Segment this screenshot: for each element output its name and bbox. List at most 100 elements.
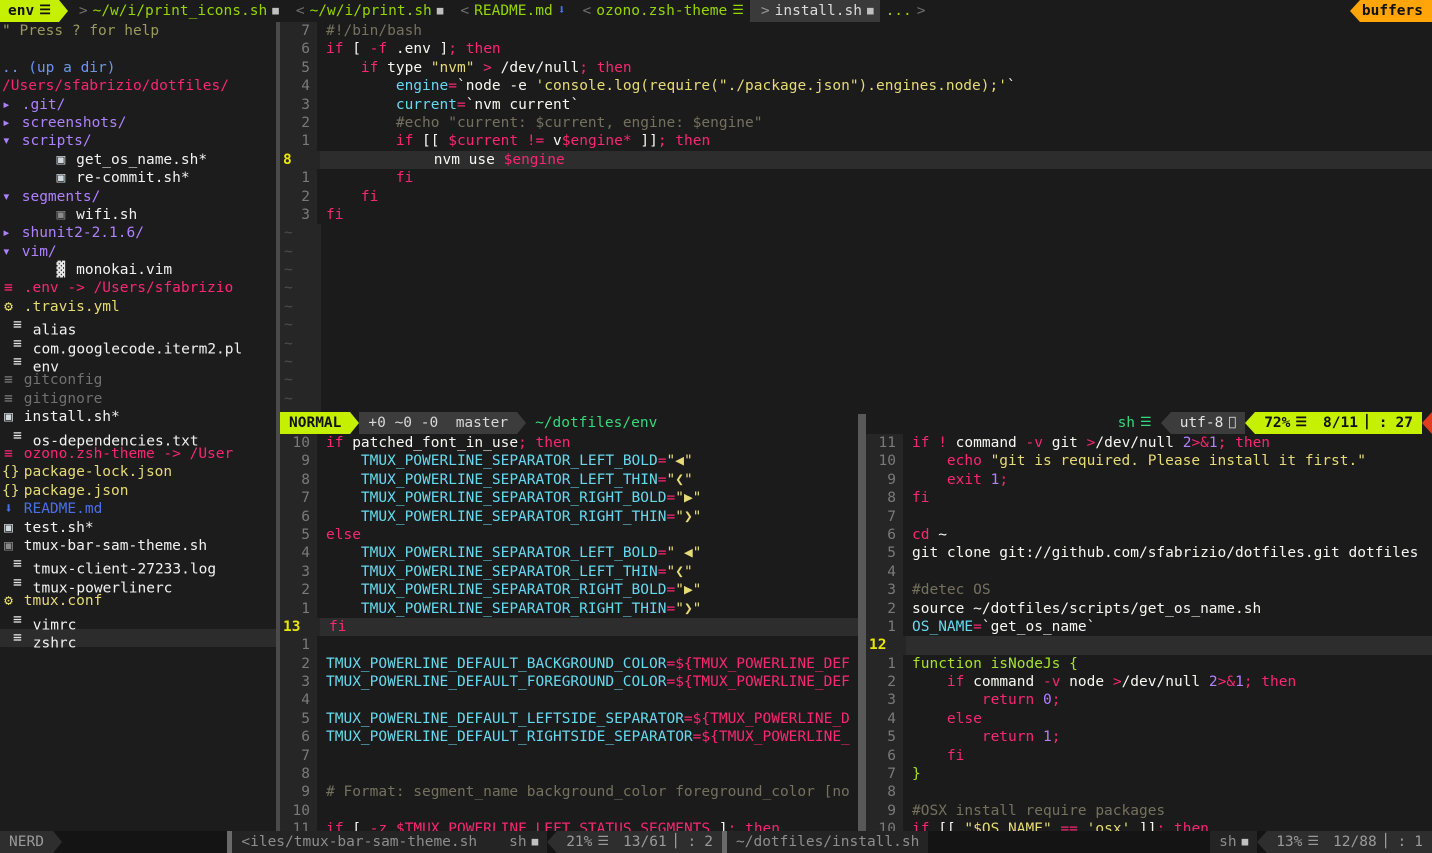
nerdtree-item[interactable]: ≡ tmux-powerlinerc xyxy=(0,574,276,596)
code-line[interactable]: 3 TMUX_POWERLINE_DEFAULT_FOREGROUND_COLOR… xyxy=(280,673,858,692)
nerdtree-item[interactable]: ≡ zshrc xyxy=(0,628,276,651)
code-line[interactable]: 1 TMUX_POWERLINE_SEPARATOR_RIGHT_THIN="❯… xyxy=(280,599,858,618)
code-line[interactable]: 2 #echo "current: $current, engine: $eng… xyxy=(280,113,1432,133)
code-line[interactable]: 7 xyxy=(280,746,858,766)
nerdtree-item[interactable]: ▾ scripts/ xyxy=(0,132,276,150)
nerdtree-item[interactable]: ≡ tmux-client-27233.log xyxy=(0,555,276,577)
code-line[interactable]: 1 function isNodeJs { xyxy=(866,654,1432,674)
code-line[interactable]: 3 return 0; xyxy=(866,691,1432,710)
code-line[interactable]: 2 source ~/dotfiles/scripts/get_os_name.s… xyxy=(866,599,1432,618)
code-line[interactable]: 6 TMUX_POWERLINE_SEPARATOR_RIGHT_THIN="❯… xyxy=(280,507,858,526)
code-line[interactable]: 5 git clone git://github.com/sfabrizio/do… xyxy=(866,544,1432,563)
code-line[interactable]: 4 engine=`node -e 'console.log(require("… xyxy=(280,77,1432,96)
code-line[interactable]: 4 TMUX_POWERLINE_SEPARATOR_LEFT_BOLD=" ◀… xyxy=(280,544,858,563)
code-line[interactable]: 7 #!/bin/bash xyxy=(280,22,1432,41)
code-line[interactable]: 10 echo "git is required. Please install… xyxy=(866,452,1432,471)
nerdtree-item[interactable]: ▣ tmux-bar-sam-theme.sh xyxy=(0,537,276,555)
editor-pane-bottom-left[interactable]: 10 if patched_font_in_use; then 9 TMUX_POW… xyxy=(280,434,858,831)
code-line[interactable]: 5 TMUX_POWERLINE_DEFAULT_LEFTSIDE_SEPARAT… xyxy=(280,709,858,729)
code-line[interactable]: 12 xyxy=(866,636,1432,655)
code-line[interactable]: 2 if command -v node >/dev/null 2>&1; th… xyxy=(866,673,1432,692)
nerdtree-item[interactable]: ▣ re-commit.sh* xyxy=(0,169,276,187)
nerdtree-sidebar[interactable]: " Press ? for help .. (up a dir) /Users/… xyxy=(0,22,276,831)
nerdtree-item[interactable]: ≡ os-dependencies.txt xyxy=(0,427,276,449)
code-line[interactable]: 4 xyxy=(866,562,1432,582)
tab-ozono[interactable]: < ozono.zsh-theme ☰ xyxy=(571,0,750,22)
code-line[interactable]: 8 nvm use $engine xyxy=(280,150,1432,170)
code-line[interactable]: 2 fi xyxy=(280,187,1432,206)
code-line[interactable]: 10 xyxy=(280,801,858,821)
code-line[interactable]: 11 if ! command -v git >/dev/null 2>&1; t… xyxy=(866,434,1432,453)
code-line[interactable]: 6 TMUX_POWERLINE_DEFAULT_RIGHTSIDE_SEPARA… xyxy=(280,728,858,747)
code-line[interactable]: 9 TMUX_POWERLINE_SEPARATOR_LEFT_BOLD="◀" xyxy=(280,452,858,471)
code-line[interactable]: 5 else xyxy=(280,525,858,545)
nerdtree-item[interactable]: ▸ .git/ xyxy=(0,96,276,114)
code-line[interactable]: 1 fi xyxy=(280,169,1432,188)
code-line[interactable]: 13 fi xyxy=(280,617,858,637)
nerdtree-item-label: tmux-bar-sam-theme.sh xyxy=(15,537,208,554)
nerdtree-item[interactable]: ⚙ .travis.yml xyxy=(0,298,276,316)
nerdtree-item[interactable]: ▣ wifi.sh xyxy=(0,206,276,224)
nerdtree-item[interactable]: ▣ install.sh* xyxy=(0,408,276,426)
tab-install[interactable]: > install.sh ■ xyxy=(749,0,880,22)
code-line[interactable]: 7 TMUX_POWERLINE_SEPARATOR_RIGHT_BOLD="▶… xyxy=(280,489,858,508)
code-line[interactable]: 3 current=`nvm current` xyxy=(280,95,1432,114)
code-line[interactable]: 3 TMUX_POWERLINE_SEPARATOR_LEFT_THIN="❮" xyxy=(280,562,858,582)
nerdtree-item[interactable]: ▣ test.sh* xyxy=(0,519,276,537)
code-line[interactable]: 5 return 1; xyxy=(866,728,1432,747)
code-line[interactable]: 2 TMUX_POWERLINE_DEFAULT_BACKGROUND_COLOR… xyxy=(280,654,858,674)
code-line[interactable]: 5 if type "nvm" > /dev/null; then xyxy=(280,58,1432,78)
code-line[interactable]: 8 xyxy=(866,783,1432,802)
tab-print_icons[interactable]: > ~/w/i/print_icons.sh ■ xyxy=(67,0,285,22)
code-line[interactable]: 9 exit 1; xyxy=(866,470,1432,490)
code-line[interactable]: 6 cd ~ xyxy=(866,525,1432,545)
code-line[interactable]: 3 fi xyxy=(280,205,1432,225)
tab-env[interactable]: env ☰ xyxy=(0,0,59,22)
nerdtree-item[interactable]: ≡ vimrc xyxy=(0,611,276,633)
code-line[interactable]: 8 fi xyxy=(866,489,1432,508)
nerdtree-item[interactable]: ▾ segments/ xyxy=(0,188,276,206)
nerdtree-item[interactable]: ≡ .env -> /Users/sfabrizio xyxy=(0,279,276,297)
code-line[interactable]: 1 if [[ $current != v$engine* ]]; then xyxy=(280,132,1432,151)
nerdtree-item[interactable]: ≡ gitconfig xyxy=(0,371,276,389)
code-line[interactable]: 10 if [[ "$OS_NAME" == 'osx' ]]; then xyxy=(866,820,1432,831)
code-line[interactable]: 7 xyxy=(866,507,1432,526)
code-line[interactable]: 8 xyxy=(280,765,858,784)
code-line[interactable]: 4 else xyxy=(866,709,1432,729)
nerdtree-item[interactable]: ≡ com.googlecode.iterm2.pl xyxy=(0,335,276,357)
code-line[interactable]: 11 if [ -z $TMUX_POWERLINE_LEFT_STATUS_SE… xyxy=(280,820,858,831)
nerdtree-item[interactable]: ▓ monokai.vim xyxy=(0,261,276,279)
tab-print[interactable]: < ~/w/i/print.sh ■ xyxy=(284,0,450,22)
code-text: TMUX_POWERLINE_SEPARATOR_RIGHT_THIN="❯" xyxy=(360,508,702,525)
tab-overflow[interactable]: ... > xyxy=(879,0,937,22)
nerdtree-item[interactable]: ≡ alias xyxy=(0,316,276,338)
code-line[interactable]: 9 # Format: segment_name background_color… xyxy=(280,783,858,802)
nerdtree-up-dir[interactable]: .. (up a dir) xyxy=(0,59,276,77)
nerdtree-item[interactable]: {} package-lock.json xyxy=(0,463,276,481)
buffers-label-wrap[interactable]: buffers xyxy=(1359,0,1432,22)
nerdtree-item[interactable]: {} package.json xyxy=(0,482,276,500)
code-line[interactable]: 9 #OSX install require packages xyxy=(866,801,1432,821)
nerdtree-item[interactable]: ▸ shunit2-2.1.6/ xyxy=(0,224,276,242)
nerdtree-item[interactable]: ▣ get_os_name.sh* xyxy=(0,151,276,169)
nerdtree-item[interactable]: ≡ gitignore xyxy=(0,390,276,408)
code-line[interactable]: 10 if patched_font_in_use; then xyxy=(280,434,858,453)
code-line[interactable]: 1 OS_NAME=`get_os_name` xyxy=(866,617,1432,637)
vim-window: env ☰ > ~/w/i/print_icons.sh ■ < ~/w/i/p… xyxy=(0,0,1432,853)
code-line[interactable]: 6 if [ -f .env ]; then xyxy=(280,40,1432,59)
nerdtree-item[interactable]: ≡ ozono.zsh-theme -> /User xyxy=(0,445,276,463)
editor-pane-top[interactable]: 7 #!/bin/bash 6 if [ -f .env ]; then 5 if ty… xyxy=(280,22,1432,412)
tab-readme[interactable]: < README.md ⬇ xyxy=(449,0,572,22)
tab-readme-label: README.md xyxy=(474,2,553,19)
nerdtree-item[interactable]: ▾ vim/ xyxy=(0,243,276,261)
nerdtree-item[interactable]: ▸ screenshots/ xyxy=(0,114,276,132)
code-line[interactable]: 8 TMUX_POWERLINE_SEPARATOR_LEFT_THIN="❮" xyxy=(280,470,858,490)
code-line[interactable]: 3 #detec OS xyxy=(866,581,1432,600)
code-line[interactable]: 7} xyxy=(866,765,1432,784)
code-line[interactable]: 2 TMUX_POWERLINE_SEPARATOR_RIGHT_BOLD="▶… xyxy=(280,581,858,600)
code-line[interactable]: 4 xyxy=(280,691,858,710)
nerdtree-item[interactable]: ⬇ README.md xyxy=(0,500,276,518)
code-line[interactable]: 1 xyxy=(280,636,858,655)
editor-pane-bottom-right[interactable]: 11 if ! command -v git >/dev/null 2>&1; t… xyxy=(866,434,1432,831)
code-line[interactable]: 6 fi xyxy=(866,746,1432,766)
